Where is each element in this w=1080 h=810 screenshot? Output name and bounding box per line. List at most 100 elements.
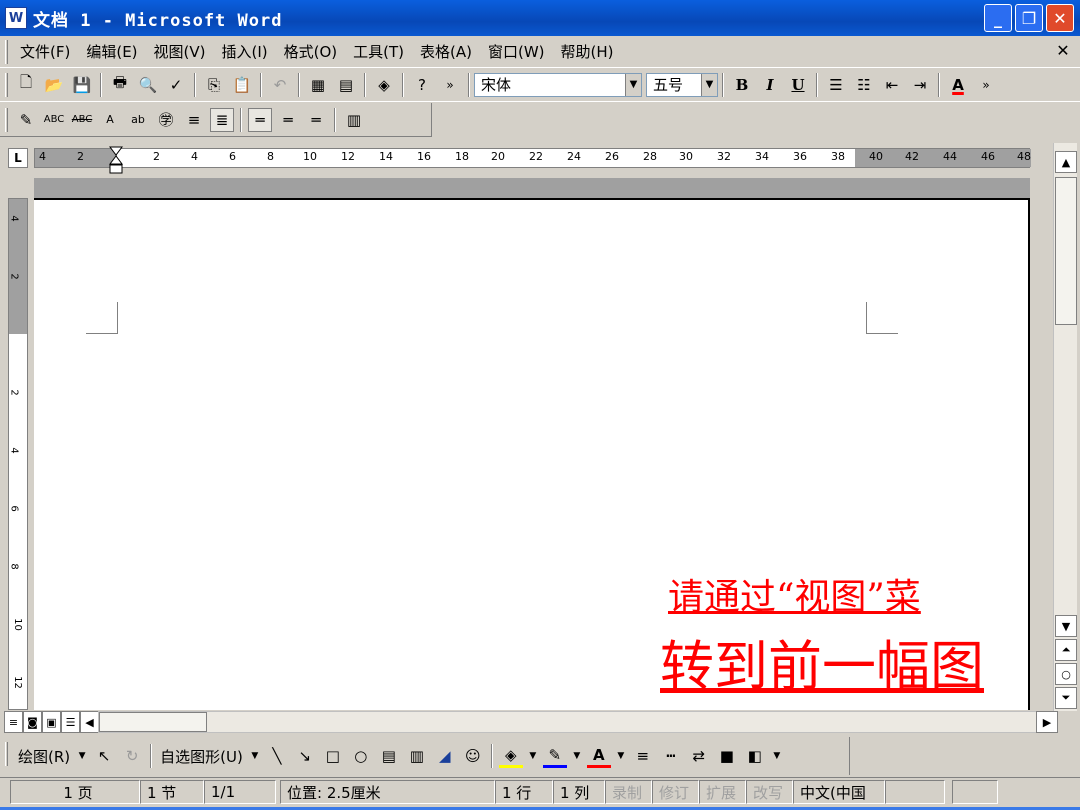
scroll-down-icon[interactable]: ▼ [1055, 615, 1077, 637]
justify-icon[interactable]: ≣ [210, 107, 234, 132]
more-buttons-icon[interactable]: » [438, 73, 462, 97]
chevron-down-icon[interactable]: ▼ [571, 744, 583, 768]
word-doc-icon[interactable]: W [5, 7, 27, 29]
status-track-changes[interactable]: 修订 [652, 780, 699, 804]
menu-view[interactable]: 视图(V) [146, 41, 214, 62]
combine-chars-icon[interactable]: ab [126, 108, 150, 132]
select-objects-icon[interactable]: ↖ [92, 744, 116, 768]
help-icon[interactable]: ? [410, 73, 434, 97]
underline-button[interactable]: U [786, 73, 810, 97]
arrow-icon[interactable]: ↘ [293, 744, 317, 768]
bold-button[interactable]: B [730, 73, 754, 97]
tab-selector-button[interactable]: L [8, 148, 28, 168]
bulleted-list-icon[interactable]: ☷ [852, 73, 876, 97]
oval-icon[interactable]: ○ [349, 744, 373, 768]
scroll-left-icon[interactable]: ◀ [80, 711, 99, 733]
arrow-style-icon[interactable]: ⇄ [687, 744, 711, 768]
previous-page-icon[interactable]: ⏶ [1055, 639, 1077, 661]
indent-marker-icon[interactable] [109, 146, 123, 174]
hscroll-thumb[interactable] [99, 712, 207, 732]
dash-style-icon[interactable]: ┅ [659, 744, 683, 768]
drawing-icon[interactable]: ◈ [372, 73, 396, 97]
print-layout-icon[interactable]: ▣ [42, 711, 61, 733]
print-icon[interactable]: 🖶 [108, 73, 132, 97]
restore-button[interactable]: ❐ [1015, 4, 1043, 32]
font-effects-icon[interactable]: ABC [42, 108, 66, 132]
copy-icon[interactable]: ⎘ [202, 73, 226, 97]
rectangle-icon[interactable]: □ [321, 744, 345, 768]
shadow-icon[interactable]: ■ [715, 744, 739, 768]
free-rotate-icon[interactable]: ↻ [120, 744, 144, 768]
menu-grip[interactable] [5, 40, 8, 64]
clip-art-icon[interactable]: ☺ [461, 744, 485, 768]
3d-icon[interactable]: ◧ [743, 744, 767, 768]
font-name-select[interactable]: 宋体 ▼ [474, 72, 642, 97]
vertical-scrollbar[interactable]: ▲ ▼ ⏶ ○ ⏷ [1053, 143, 1077, 711]
ruler-strip[interactable]: 4 2 2 4 6 8 10 12 14 16 18 20 22 24 26 2… [34, 148, 1031, 168]
new-document-icon[interactable]: 🗋 [14, 73, 38, 97]
print-preview-icon[interactable]: 🔍 [136, 73, 160, 97]
vertical-ruler[interactable]: 4 2 2 4 6 8 10 12 [8, 198, 28, 710]
phonetic-guide-icon[interactable]: A [98, 108, 122, 132]
strikethrough-icon[interactable]: ABC [70, 108, 94, 132]
enclose-chars-icon[interactable]: ㊫ [154, 108, 178, 132]
highlight-icon[interactable]: ✎ [14, 108, 38, 132]
document-close-button[interactable]: ✕ [1054, 42, 1072, 60]
font-color-icon[interactable]: A [586, 744, 611, 768]
toolbar-grip[interactable] [5, 108, 8, 132]
menu-insert[interactable]: 插入(I) [214, 41, 276, 62]
chevron-down-icon[interactable]: ▼ [76, 744, 88, 768]
wordart-icon[interactable]: ◢ [433, 744, 457, 768]
tables-borders-icon[interactable]: ▦ [306, 73, 330, 97]
menu-format[interactable]: 格式(O) [276, 41, 346, 62]
align-center-icon[interactable]: ═ [276, 108, 300, 132]
chevron-down-icon[interactable]: ▼ [527, 744, 539, 768]
menu-help[interactable]: 帮助(H) [553, 41, 622, 62]
undo-icon[interactable]: ↶ [268, 73, 292, 97]
chevron-down-icon[interactable]: ▼ [771, 744, 783, 768]
outline-view-icon[interactable]: ☰ [61, 711, 80, 733]
paste-icon[interactable]: 📋 [230, 73, 254, 97]
chevron-down-icon[interactable]: ▼ [249, 744, 261, 768]
next-page-icon[interactable]: ⏷ [1055, 687, 1077, 709]
font-color-button[interactable]: A [946, 73, 970, 97]
insert-table-icon[interactable]: ▤ [334, 73, 358, 97]
decrease-indent-icon[interactable]: ⇤ [880, 73, 904, 97]
web-view-icon[interactable]: ◙ [23, 711, 42, 733]
chevron-down-icon[interactable]: ▼ [625, 73, 641, 96]
fill-color-icon[interactable]: ◈ [498, 744, 523, 768]
menu-edit[interactable]: 编辑(E) [78, 41, 145, 62]
save-icon[interactable]: 💾 [70, 73, 94, 97]
scroll-up-icon[interactable]: ▲ [1055, 151, 1077, 173]
open-folder-icon[interactable]: 📂 [42, 73, 66, 97]
columns-icon[interactable]: ▥ [342, 108, 366, 132]
menu-tools[interactable]: 工具(T) [345, 41, 412, 62]
instruction-text[interactable]: 请通过“视图”菜 [668, 568, 921, 620]
menu-window[interactable]: 窗口(W) [480, 41, 553, 62]
toolbar-grip[interactable] [5, 73, 8, 97]
scroll-thumb[interactable] [1055, 177, 1077, 325]
status-spelling[interactable] [885, 780, 945, 804]
font-size-select[interactable]: 五号 ▼ [646, 72, 718, 97]
align-right-icon[interactable]: ═ [304, 108, 328, 132]
draw-menu-button[interactable]: 绘图(R) [14, 746, 74, 767]
select-browse-object-icon[interactable]: ○ [1055, 663, 1077, 685]
chevron-down-icon[interactable]: ▼ [615, 744, 627, 768]
horizontal-scrollbar[interactable] [98, 711, 1056, 733]
more-buttons-icon[interactable]: » [974, 73, 998, 97]
line-icon[interactable]: ╲ [265, 744, 289, 768]
status-record[interactable]: 录制 [605, 780, 652, 804]
line-style-icon[interactable]: ≡ [631, 744, 655, 768]
normal-view-icon[interactable]: ≡ [4, 711, 23, 733]
menu-table[interactable]: 表格(A) [412, 41, 480, 62]
align-left-icon[interactable]: ═ [248, 107, 272, 132]
italic-button[interactable]: I [758, 73, 782, 97]
toolbar-grip[interactable] [5, 742, 8, 766]
text-box-icon[interactable]: ▤ [377, 744, 401, 768]
numbered-list-icon[interactable]: ☰ [824, 73, 848, 97]
chevron-down-icon[interactable]: ▼ [701, 73, 717, 96]
close-button[interactable]: ✕ [1046, 4, 1074, 32]
spelling-icon[interactable]: ✓ [164, 73, 188, 97]
instruction-link[interactable]: 转到前一幅图 [660, 622, 984, 701]
status-language[interactable]: 中文(中国 [793, 780, 885, 804]
